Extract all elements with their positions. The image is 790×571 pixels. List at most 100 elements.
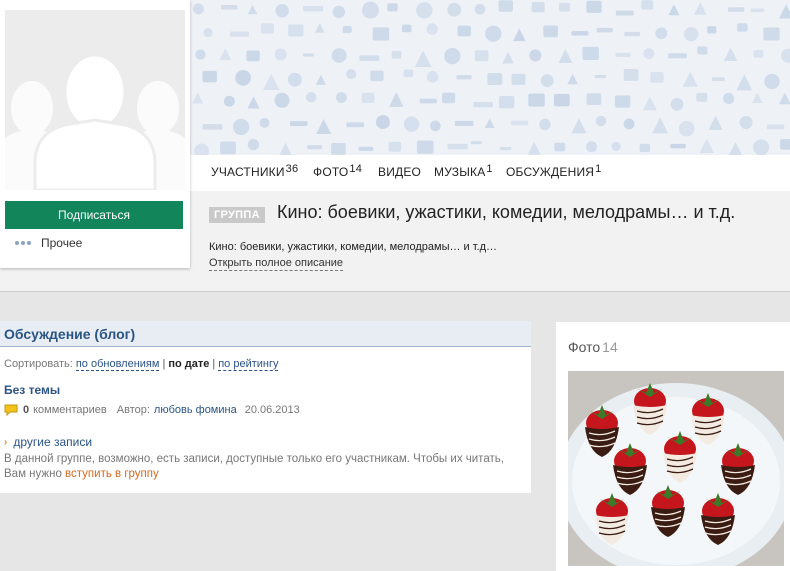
comment-bubble-icon — [4, 404, 18, 416]
discussion-header: Обсуждение (блог) — [0, 321, 531, 347]
cover-pattern-shape — [454, 120, 474, 127]
cover-pattern-shape — [596, 27, 613, 33]
chevron-right-icon: › — [4, 436, 8, 448]
cover-pattern-shape — [763, 27, 780, 41]
open-full-description-link[interactable]: Открыть полное описание — [209, 257, 344, 271]
more-dots-icon — [15, 241, 31, 245]
cover-pattern-shape — [670, 97, 684, 111]
cover-pattern-shape — [375, 115, 390, 130]
cover-pattern-shape — [303, 5, 324, 12]
tab-discussions[interactable]: ОБСУЖДЕНИЯ1 — [506, 164, 601, 180]
tab-discussions-label: ОБСУЖДЕНИЯ — [506, 165, 595, 179]
cover-pattern-shape — [203, 27, 213, 38]
cover-pattern-shape — [447, 2, 462, 17]
group-tabs: УЧАСТНИКИ36 ФОТО14 ВИДЕО МУЗЫКА1 ОБСУЖДЕ… — [190, 155, 790, 191]
cover-pattern-shape — [346, 69, 357, 80]
cover-pattern-shape — [474, 3, 486, 15]
discussion-title[interactable]: Обсуждение (блог) — [4, 326, 135, 342]
cover-pattern-shape — [639, 143, 651, 153]
cover-pattern-shape — [614, 95, 631, 108]
cover-pattern-shape — [346, 122, 365, 128]
cover-pattern-shape — [528, 93, 545, 107]
cover-pattern-shape — [554, 142, 566, 152]
topic-date: 20.06.2013 — [244, 404, 300, 416]
cover-pattern-shape — [554, 93, 570, 107]
tab-participants-label: УЧАСТНИКИ — [211, 165, 285, 179]
cover-pattern-shape — [643, 48, 655, 60]
cover-pattern-shape — [247, 138, 260, 151]
cover-pattern-shape — [586, 0, 602, 13]
cover-pattern-shape — [510, 120, 529, 126]
subscribe-button[interactable]: Подписаться — [5, 201, 183, 229]
cover-pattern-shape — [426, 70, 439, 83]
tab-participants[interactable]: УЧАСТНИКИ36 — [211, 163, 299, 180]
cover-pattern-shape — [737, 23, 748, 32]
topic-title-link[interactable]: Без темы — [4, 383, 60, 397]
cover-pattern-shape — [403, 69, 414, 78]
sort-by-updates-link[interactable]: по обновлениям — [75, 358, 160, 371]
cover-pattern-shape — [332, 5, 346, 19]
topic-meta: 0 комментариев Автор: любовь фомина 20.0… — [4, 404, 300, 416]
tab-video-label: ВИДЕО — [378, 165, 422, 179]
cover-pattern-shape — [342, 25, 352, 34]
cover-pattern-shape — [668, 53, 687, 59]
cover-pattern-shape — [429, 120, 441, 132]
members-only-notice: В данной группе, возможно, есть записи, … — [4, 452, 514, 482]
tab-participants-count: 36 — [285, 163, 299, 175]
sort-separator: | — [212, 358, 216, 370]
cover-pattern-shape — [426, 23, 438, 35]
cover-pattern-shape — [540, 74, 554, 88]
comment-count: 0 — [23, 404, 30, 416]
author-label: Автор: — [116, 404, 150, 416]
cover-pattern-shape — [539, 118, 551, 131]
group-avatar[interactable] — [5, 10, 185, 190]
tab-music-label: МУЗЫКА — [434, 165, 486, 179]
cover-pattern-shape — [697, 46, 708, 55]
cover-pattern-shape — [595, 115, 607, 127]
cover-pattern-shape — [305, 92, 317, 103]
cover-pattern-shape — [192, 3, 204, 15]
cover-pattern-shape — [711, 77, 725, 82]
tab-music-count: 1 — [486, 163, 493, 175]
tab-video[interactable]: ВИДЕО — [378, 165, 421, 179]
cover-pattern-shape — [586, 141, 598, 153]
cover-pattern-shape — [571, 30, 589, 36]
cover-pattern-shape — [195, 49, 206, 60]
other-posts-link[interactable]: › другие записи — [4, 435, 92, 449]
photo-count: 14 — [602, 339, 618, 355]
cover-pattern-shape — [683, 26, 699, 42]
group-avatar-card: Подписаться Прочее — [0, 0, 190, 268]
cover-pattern-shape — [624, 31, 640, 37]
cover-pattern-shape — [611, 141, 621, 151]
cover-pattern-shape — [362, 1, 379, 19]
sort-separator: | — [162, 358, 166, 370]
cover-pattern-shape — [442, 92, 456, 104]
join-group-link[interactable]: вступить в группу — [65, 468, 159, 480]
photo-panel-title[interactable]: Фото 14 — [568, 339, 618, 355]
cover-pattern-shape — [511, 73, 526, 85]
author-link[interactable]: любовь фомина — [154, 404, 237, 416]
cover-pattern-shape — [419, 98, 437, 104]
cover-pattern-shape — [287, 72, 302, 87]
sort-by-rating-link[interactable]: по рейтингу — [218, 358, 279, 371]
cover-pattern-shape — [531, 1, 545, 13]
tab-photo-count: 14 — [349, 163, 363, 175]
cover-pattern-shape — [707, 26, 717, 34]
group-avatar-placeholder-icon — [5, 10, 185, 190]
sort-row: Сортировать: по обновлениям | по дате | по р… — [4, 358, 279, 371]
strawberries-photo — [568, 371, 784, 566]
tab-music[interactable]: МУЗЫКА1 — [434, 163, 493, 180]
cover-pattern-shape — [260, 23, 274, 34]
tab-photo[interactable]: ФОТО14 — [313, 163, 363, 180]
cover-pattern-shape — [470, 141, 482, 145]
cover-pattern-shape — [230, 31, 250, 37]
cover-pattern-shape — [370, 70, 384, 82]
cover-pattern-shape — [623, 69, 639, 81]
more-menu[interactable]: Прочее — [15, 236, 82, 250]
cover-pattern-shape — [391, 50, 402, 59]
cover-pattern-shape — [359, 55, 380, 61]
tab-photo-label: ФОТО — [313, 165, 349, 179]
photo-thumbnail[interactable] — [568, 371, 784, 566]
cover-pattern-shape — [543, 25, 558, 38]
cover-pattern-shape — [416, 140, 434, 154]
